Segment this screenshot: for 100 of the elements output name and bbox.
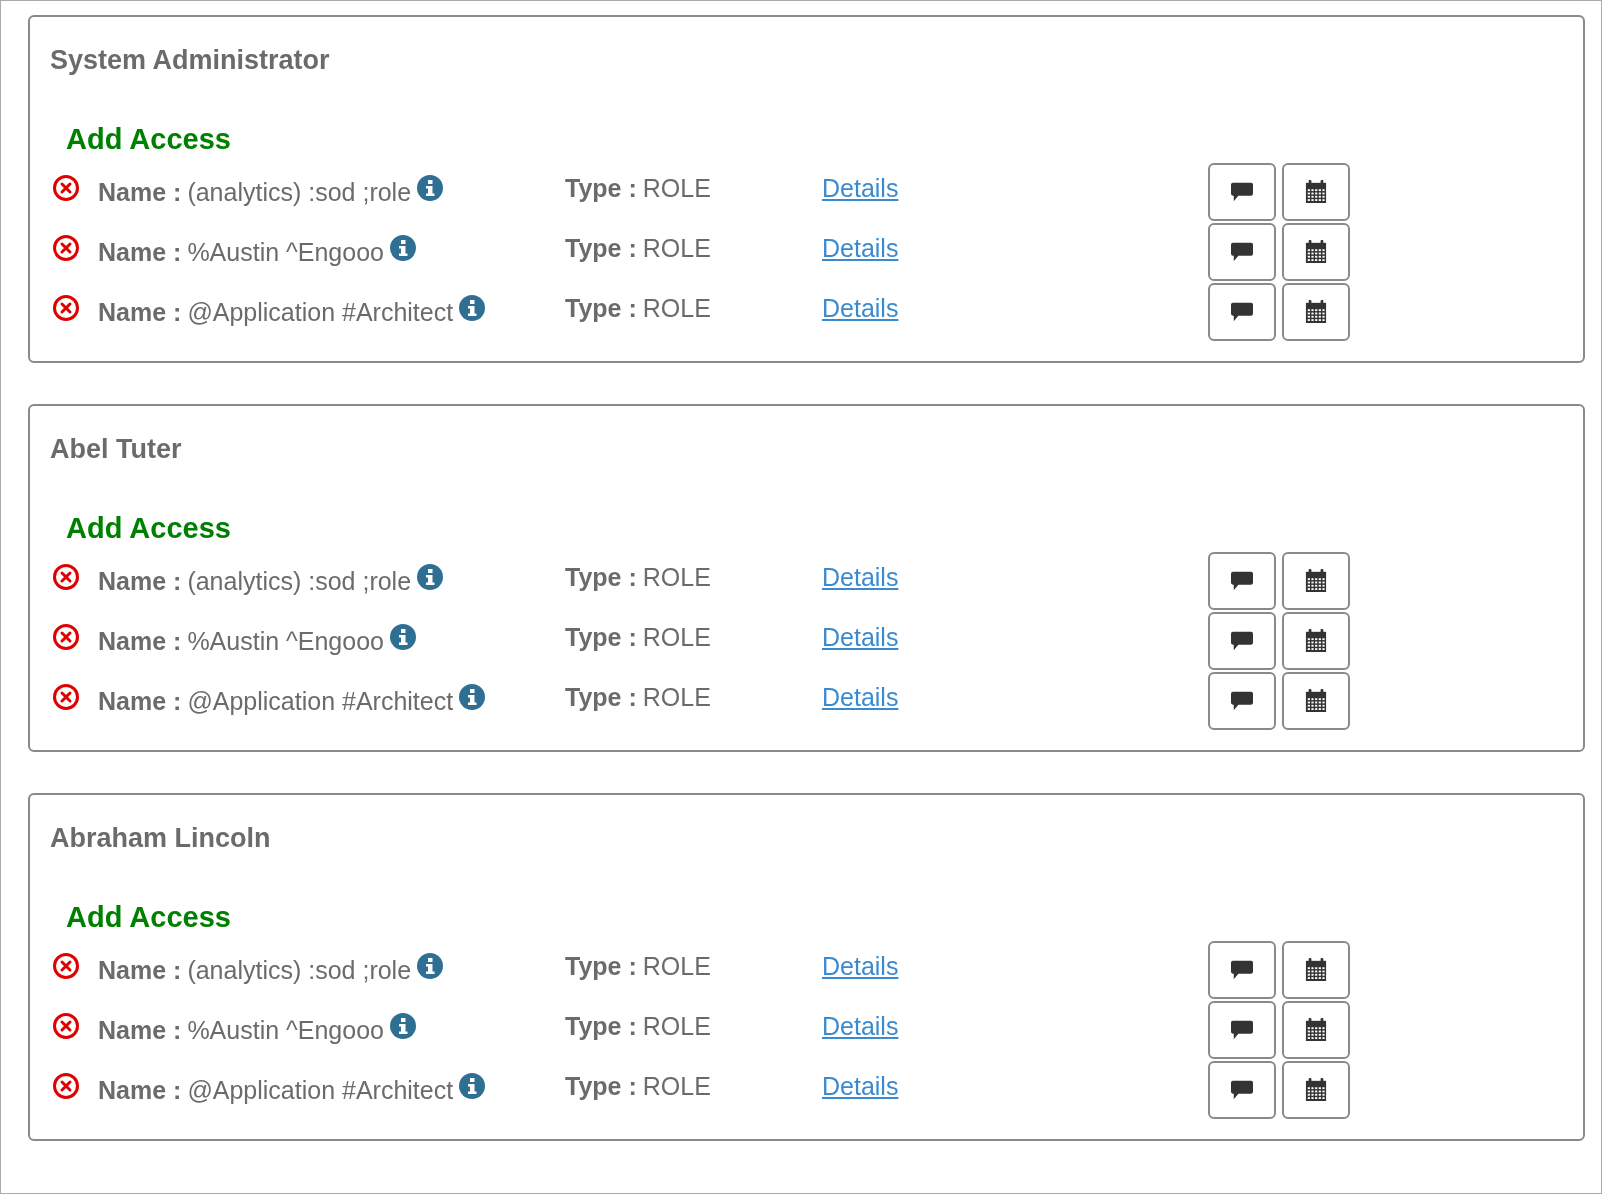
access-type: ROLE (642, 951, 711, 981)
remove-icon[interactable] (52, 623, 80, 651)
calendar-button[interactable] (1282, 552, 1350, 610)
calendar-icon (1305, 569, 1327, 593)
name-label: Name : (98, 626, 182, 656)
calendar-icon (1305, 689, 1327, 713)
access-name: (analytics) :sod ;role (187, 955, 412, 985)
remove-icon[interactable] (52, 174, 80, 202)
remove-icon[interactable] (52, 1012, 80, 1040)
speech-bubble-icon (1230, 1019, 1254, 1041)
calendar-button[interactable] (1282, 163, 1350, 221)
type-label: Type : (565, 622, 637, 652)
info-icon[interactable] (459, 295, 486, 321)
type-label: Type : (565, 1011, 637, 1041)
details-link[interactable]: Details (822, 622, 899, 651)
info-icon[interactable] (417, 175, 444, 201)
add-access-link[interactable]: Add Access (66, 510, 231, 546)
access-name: @Application #Architect (187, 297, 454, 327)
calendar-button[interactable] (1282, 1061, 1350, 1119)
access-name: @Application #Architect (187, 686, 454, 716)
access-type: ROLE (642, 173, 711, 203)
speech-bubble-icon (1230, 241, 1254, 263)
calendar-icon (1305, 629, 1327, 653)
info-icon[interactable] (389, 624, 416, 650)
comment-button[interactable] (1208, 672, 1276, 730)
speech-bubble-icon (1230, 301, 1254, 323)
card-title: Abel Tuter (50, 433, 183, 466)
details-link[interactable]: Details (822, 562, 899, 591)
access-name: %Austin ^Engooo (187, 1015, 384, 1045)
access-name: (analytics) :sod ;role (187, 566, 412, 596)
comment-button[interactable] (1208, 941, 1276, 999)
speech-bubble-icon (1230, 181, 1254, 203)
name-label: Name : (98, 955, 182, 985)
comment-button[interactable] (1208, 552, 1276, 610)
calendar-button[interactable] (1282, 283, 1350, 341)
name-label: Name : (98, 686, 182, 716)
type-label: Type : (565, 682, 637, 712)
calendar-button[interactable] (1282, 941, 1350, 999)
details-link[interactable]: Details (822, 682, 899, 711)
card-title: Abraham Lincoln (50, 822, 272, 855)
calendar-icon (1305, 180, 1327, 204)
access-name: %Austin ^Engooo (187, 626, 384, 656)
comment-button[interactable] (1208, 1061, 1276, 1119)
remove-icon[interactable] (52, 952, 80, 980)
access-type: ROLE (642, 682, 711, 712)
name-label: Name : (98, 237, 182, 267)
name-label: Name : (98, 566, 182, 596)
details-link[interactable]: Details (822, 1071, 899, 1100)
info-icon[interactable] (417, 953, 444, 979)
calendar-button[interactable] (1282, 672, 1350, 730)
details-link[interactable]: Details (822, 233, 899, 262)
calendar-icon (1305, 958, 1327, 982)
calendar-button[interactable] (1282, 612, 1350, 670)
name-label: Name : (98, 1015, 182, 1045)
info-icon[interactable] (389, 1013, 416, 1039)
comment-button[interactable] (1208, 283, 1276, 341)
details-link[interactable]: Details (822, 951, 899, 980)
speech-bubble-icon (1230, 570, 1254, 592)
details-link[interactable]: Details (822, 173, 899, 202)
comment-button[interactable] (1208, 223, 1276, 281)
remove-icon[interactable] (52, 563, 80, 591)
type-label: Type : (565, 562, 637, 592)
access-type: ROLE (642, 233, 711, 263)
calendar-button[interactable] (1282, 1001, 1350, 1059)
speech-bubble-icon (1230, 1079, 1254, 1101)
speech-bubble-icon (1230, 690, 1254, 712)
type-label: Type : (565, 951, 637, 981)
info-icon[interactable] (459, 684, 486, 710)
access-name: @Application #Architect (187, 1075, 454, 1105)
comment-button[interactable] (1208, 1001, 1276, 1059)
type-label: Type : (565, 233, 637, 263)
comment-button[interactable] (1208, 163, 1276, 221)
speech-bubble-icon (1230, 959, 1254, 981)
calendar-icon (1305, 1078, 1327, 1102)
remove-icon[interactable] (52, 294, 80, 322)
remove-icon[interactable] (52, 234, 80, 262)
access-type: ROLE (642, 1071, 711, 1101)
access-type: ROLE (642, 562, 711, 592)
info-icon[interactable] (389, 235, 416, 261)
name-label: Name : (98, 177, 182, 207)
calendar-icon (1305, 1018, 1327, 1042)
add-access-link[interactable]: Add Access (66, 899, 231, 935)
details-link[interactable]: Details (822, 293, 899, 322)
access-name: %Austin ^Engooo (187, 237, 384, 267)
comment-button[interactable] (1208, 612, 1276, 670)
remove-icon[interactable] (52, 683, 80, 711)
name-label: Name : (98, 1075, 182, 1105)
info-icon[interactable] (459, 1073, 486, 1099)
name-label: Name : (98, 297, 182, 327)
remove-icon[interactable] (52, 1072, 80, 1100)
calendar-button[interactable] (1282, 223, 1350, 281)
calendar-icon (1305, 240, 1327, 264)
type-label: Type : (565, 1071, 637, 1101)
access-type: ROLE (642, 293, 711, 323)
add-access-link[interactable]: Add Access (66, 121, 231, 157)
access-type: ROLE (642, 622, 711, 652)
info-icon[interactable] (417, 564, 444, 590)
access-name: (analytics) :sod ;role (187, 177, 412, 207)
details-link[interactable]: Details (822, 1011, 899, 1040)
calendar-icon (1305, 300, 1327, 324)
